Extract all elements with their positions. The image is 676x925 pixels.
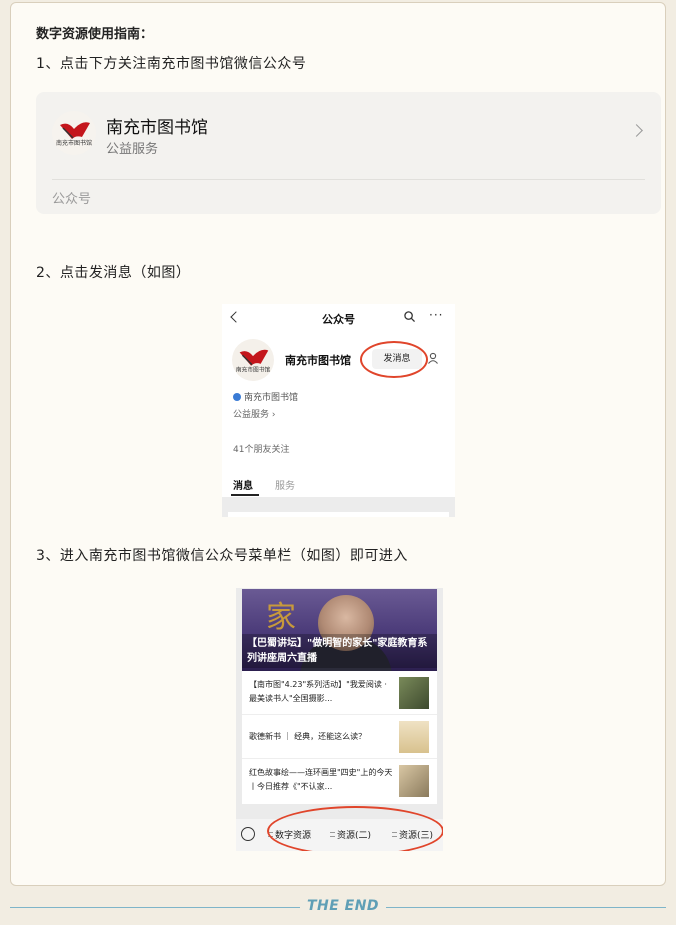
account-type-label: 公众号 [52,192,92,207]
more-icon: ··· [429,308,444,322]
banner-glyph: 家 [266,600,296,635]
article-title: 歌德新书 ｜ 经典，还能这么读？ [249,732,367,741]
friends-follow-count: 41个朋友关注 [233,445,290,455]
divider [52,179,645,180]
list-item: 歌德新书 ｜ 经典，还能这么读？ [242,715,437,759]
banner-caption: 【巴蜀讲坛】"做明智的家长"家庭教育系列讲座周六直播 [242,634,437,668]
guide-title: 数字资源使用指南： [36,27,154,42]
tab-services: 服务 [275,481,295,492]
highlight-ring [360,341,428,378]
screenshot-account-menu: 家 【巴蜀讲坛】"做明智的家长"家庭教育系列讲座周六直播 【南市图"4.23"系… [236,588,443,851]
library-logo: 南充市图书馆 [232,339,274,381]
article-title: 【南市图"4.23"系列活动】"我爱阅读 · 最美读书人"全国摄影... [249,680,387,703]
service-label: 公益服务 › [233,410,276,420]
verified-icon [233,393,241,401]
tab-indicator [231,494,259,496]
verified-name: 南充市图书馆 [244,393,299,403]
verified-label: 南充市图书馆 [233,390,298,403]
article-title: 红色故事绘——连环画里"四史"上的今天丨今日推荐《"不认家... [249,768,393,791]
content-card: 数字资源使用指南： 1、点击下方关注南充市图书馆微信公众号 南充市图书馆 南充市… [10,2,666,886]
library-logo: 南充市图书馆 [52,111,96,155]
profile-name: 南充市图书馆 [285,354,351,367]
chevron-right-icon[interactable] [630,124,643,137]
search-icon [404,311,415,322]
article-thumbnail [399,677,429,709]
tab-messages: 消息 [233,481,253,492]
follow-user-icon [428,352,438,364]
step-3-text: 3、进入南充市图书馆微信公众号菜单栏（如图）即可进入 [36,548,408,564]
list-item: 【南市图"4.23"系列活动】"我爱阅读 · 最美读书人"全国摄影... [242,671,437,715]
logo-text: 南充市图书馆 [56,139,92,147]
highlight-ring [267,806,443,851]
step-2-text: 2、点击发消息（如图） [36,265,191,281]
article-thumbnail [399,765,429,797]
official-account-card[interactable]: 南充市图书馆 南充市图书馆 公益服务 公众号 [36,92,661,214]
end-text: THE END [306,898,380,914]
keyboard-icon [241,827,255,841]
account-name: 南充市图书馆 [106,118,208,138]
logo-text: 南充市图书馆 [236,365,271,373]
message-area-inner [228,512,449,517]
divider-line [10,907,300,908]
step-1-text: 1、点击下方关注南充市图书馆微信公众号 [36,56,307,72]
profile-header-title: 公众号 [322,313,355,326]
divider-line [386,907,666,908]
list-item: 红色故事绘——连环画里"四史"上的今天丨今日推荐《"不认家... [242,759,437,803]
account-subtitle: 公益服务 [106,142,159,157]
article-banner: 家 【巴蜀讲坛】"做明智的家长"家庭教育系列讲座周六直播 [242,589,437,671]
article-list: 【南市图"4.23"系列活动】"我爱阅读 · 最美读书人"全国摄影... 歌德新… [242,671,437,804]
screenshot-account-profile: 公众号 ··· 南充市图书馆 南充市图书馆 发消息 南充市图书馆 公益服务 › … [222,304,455,517]
end-divider: THE END [0,898,676,918]
article-thumbnail [399,721,429,753]
